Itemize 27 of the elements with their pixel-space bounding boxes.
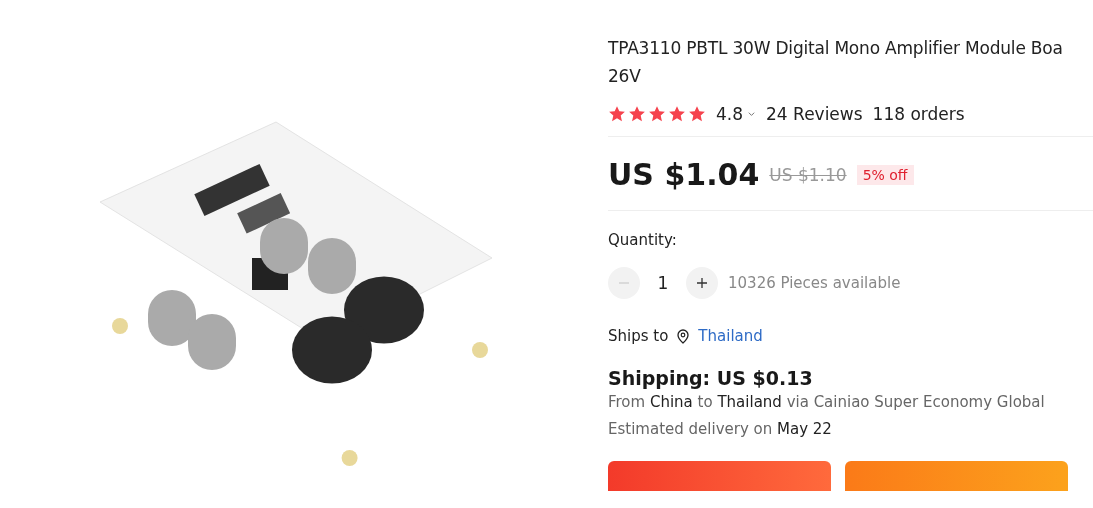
shipping-route: From China to Thailand via Cainiao Super Economy Global [608, 392, 1046, 413]
reviews-count[interactable]: 24 Reviews [766, 104, 863, 124]
country-link[interactable]: Thailand [698, 327, 763, 345]
star-icon [628, 105, 646, 123]
product-title: TPA3110 PBTL 30W Digital Mono Amplifier Module Boa [608, 37, 1064, 60]
original-price: US $1.10 [769, 164, 847, 185]
pieces-available: 10326 Pieces available [728, 274, 901, 292]
star-icon [668, 105, 686, 123]
delivery-estimate: Estimated delivery on May 22 [608, 419, 833, 440]
quantity-value[interactable]: 1 [650, 273, 676, 293]
location-pin-icon [676, 328, 691, 344]
current-price: US $1.04 [608, 157, 760, 192]
plus-icon [695, 276, 709, 290]
orders-count: 118 orders [872, 104, 965, 124]
increase-button[interactable] [686, 267, 718, 299]
star-icon [648, 105, 666, 123]
star-icon [608, 105, 626, 123]
shipping-cost: Shipping: US $0.13 [608, 367, 814, 389]
buy-now-button[interactable] [608, 461, 831, 491]
ships-to-label: Ships to [608, 327, 669, 345]
rating-score[interactable]: 4.8 [716, 104, 757, 124]
star-icon [688, 105, 706, 123]
caret-icon [747, 109, 757, 119]
discount-badge: 5% off [856, 164, 914, 185]
quantity-label: Quantity: [608, 231, 677, 249]
add-to-cart-button[interactable] [845, 461, 1068, 491]
product-title: 26V [608, 65, 642, 88]
